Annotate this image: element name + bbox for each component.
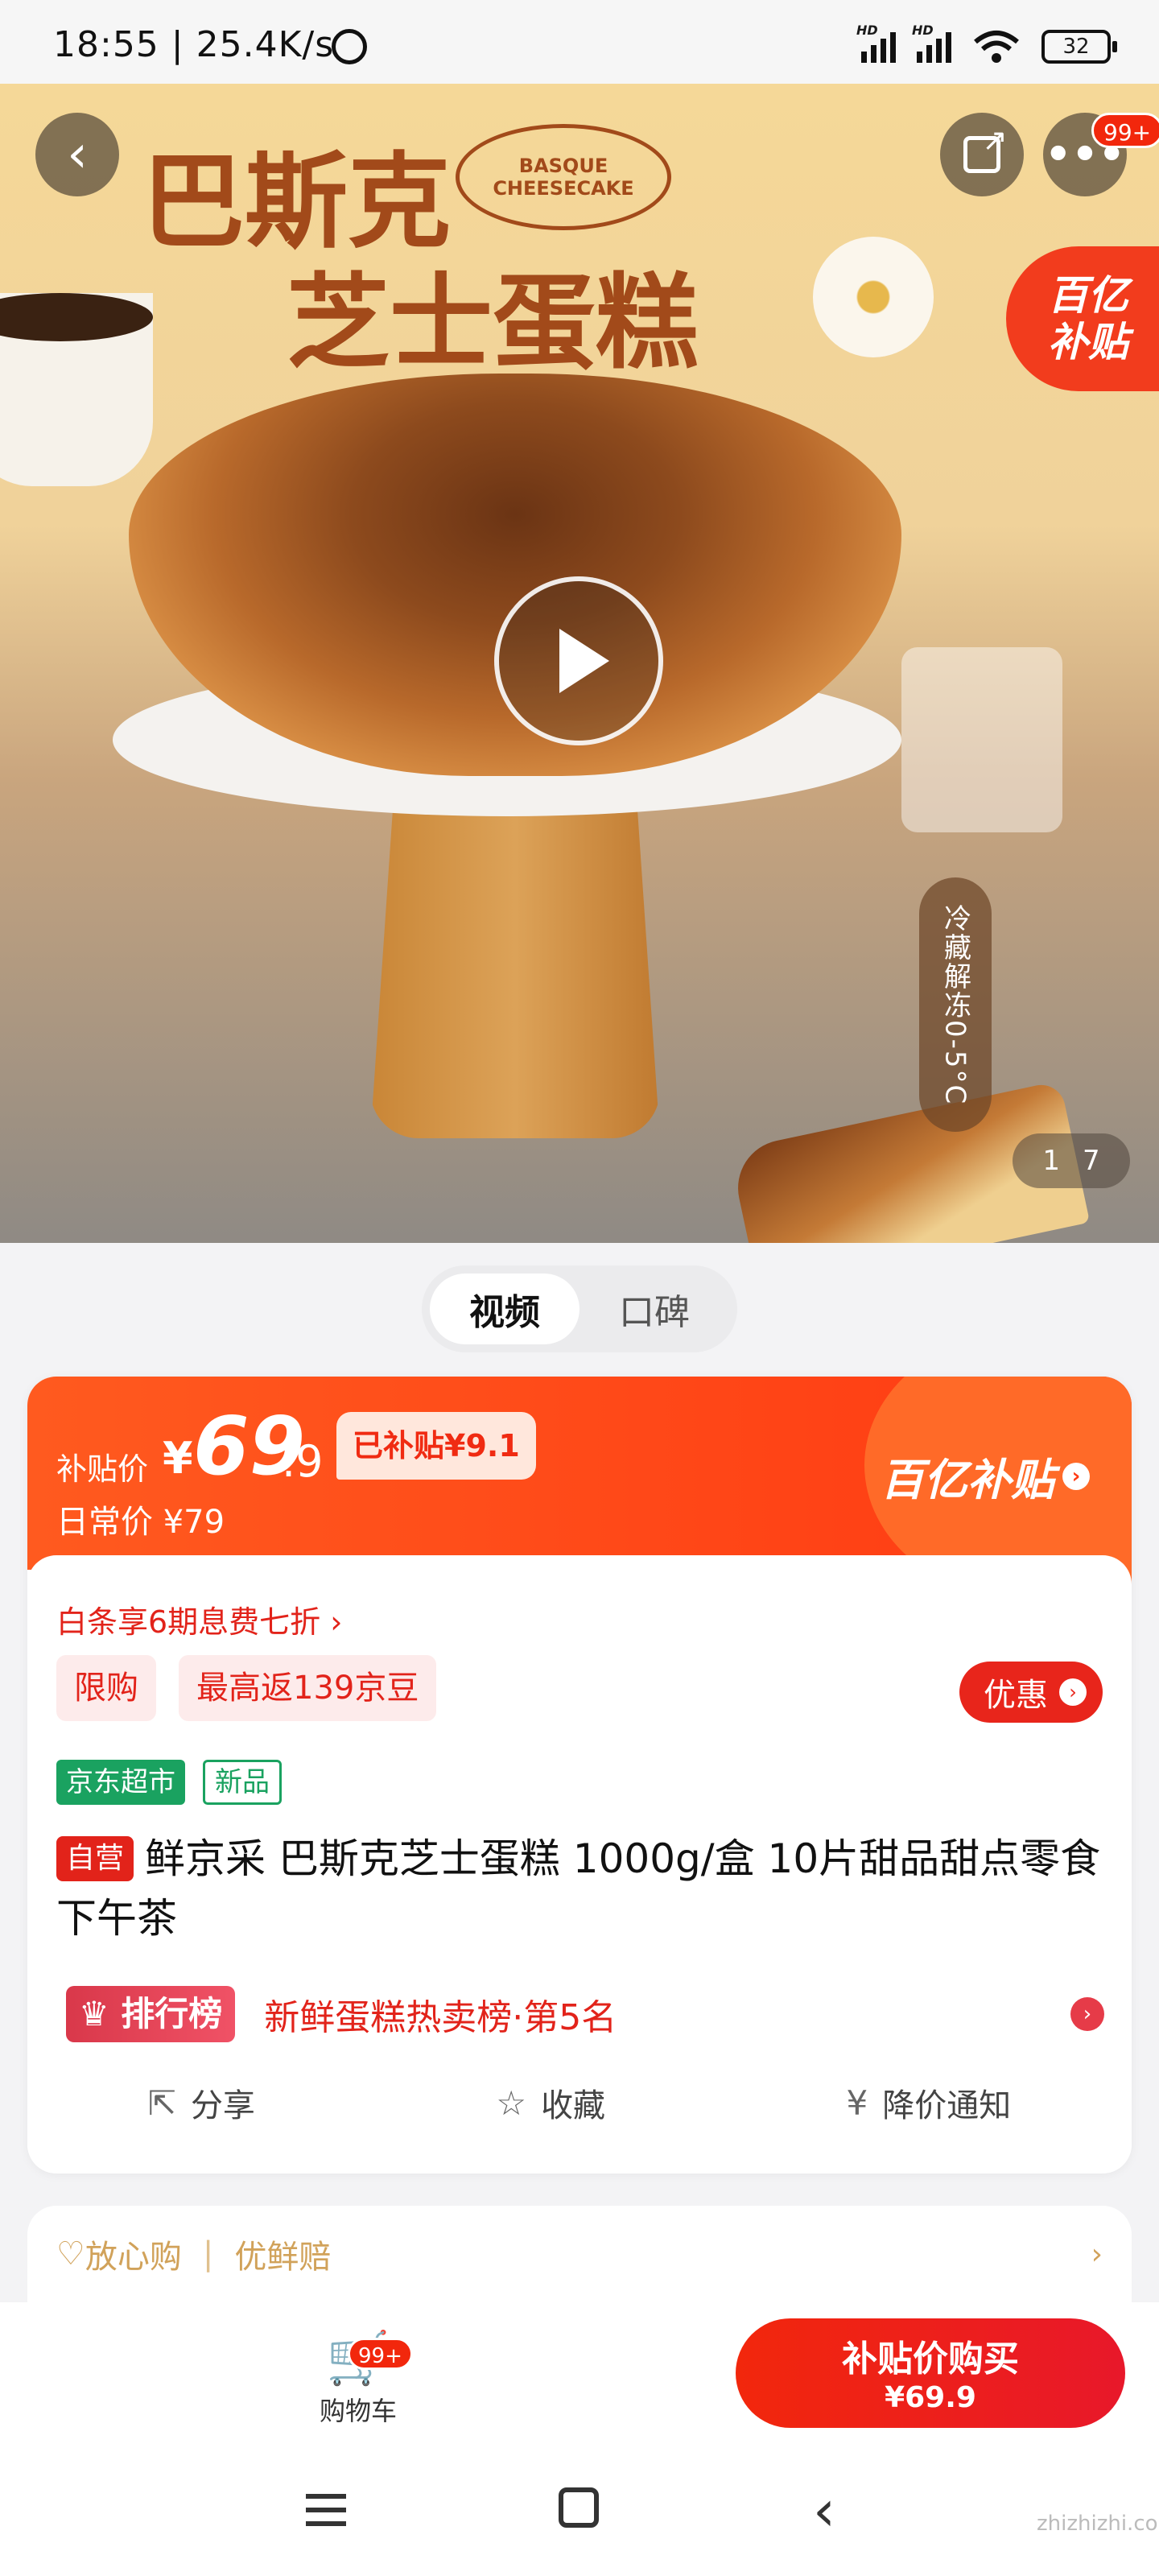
share-label: 分享 xyxy=(190,2087,255,2124)
hero-title-line2: 芝士蛋糕 xyxy=(287,262,699,383)
ranking-row[interactable]: ♛ 排行榜 新鲜蛋糕热卖榜·第5名 › xyxy=(66,1982,1104,2046)
cart-label: 购物车 xyxy=(319,2396,397,2426)
currency-symbol: ¥ xyxy=(163,1433,193,1484)
subsidy-tag-line2: 补贴 xyxy=(1048,319,1128,365)
tab-video[interactable]: 视频 xyxy=(430,1274,580,1344)
subsidy-price-label: 补贴价 xyxy=(56,1451,149,1487)
price-alert-label: 降价通知 xyxy=(882,2087,1012,2124)
chevron-right-icon: › xyxy=(1059,1678,1087,1706)
buy-button-price: ¥69.9 xyxy=(885,2381,976,2414)
product-details: 白条享6期息费七折 › 限购 最高返139京豆 优惠 › 京东超市 新品 自营鲜… xyxy=(27,1555,1132,2174)
hd-label-2: HD xyxy=(912,23,934,38)
product-image-carousel[interactable]: 巴斯克 芝士蛋糕 BASQUE CHEESECAKE ‹ ••• 99+ 百亿 … xyxy=(0,84,1159,1243)
daily-price: 日常价 ¥79 xyxy=(56,1504,225,1541)
jd-supermarket-tag: 京东超市 xyxy=(56,1760,185,1805)
play-icon xyxy=(559,629,609,693)
subsidy-tag: 百亿 补贴 xyxy=(1006,246,1159,391)
bottom-action-bar: 🛒 99+ 购物车 补贴价购买 ¥69.9 xyxy=(0,2302,1159,2447)
diamond-icon: ♡ xyxy=(56,2235,85,2273)
alarm-icon xyxy=(332,29,367,64)
subsidy-brand-text: 百亿补贴 xyxy=(881,1455,1054,1505)
ranking-text: 新鲜蛋糕热卖榜·第5名 xyxy=(264,1997,617,2038)
discount-button[interactable]: 优惠 › xyxy=(959,1662,1103,1723)
promo-chips: 限购 最高返139京豆 xyxy=(56,1655,437,1721)
cart-button[interactable]: 🛒 99+ 购物车 xyxy=(306,2326,413,2428)
share-icon xyxy=(963,122,1008,173)
subsidy-tag-line1: 百亿 xyxy=(1048,272,1128,319)
back-icon[interactable]: ‹ xyxy=(813,2478,835,2544)
watermark: zhizhizhi.com xyxy=(1037,2512,1159,2536)
share-icon: ⇱ xyxy=(147,2083,176,2123)
star-icon: ☆ xyxy=(496,2083,527,2123)
play-video-button[interactable] xyxy=(494,576,663,745)
ranking-badge-label: 排行榜 xyxy=(121,1994,223,2033)
hero-title-line1: 巴斯克 xyxy=(142,142,452,262)
status-time: 18:55 | 25.4K/s xyxy=(53,24,335,65)
discount-label: 优惠 xyxy=(984,1677,1048,1714)
message-count-badge: 99+ xyxy=(1091,113,1159,148)
self-operated-badge: 自营 xyxy=(56,1836,134,1881)
basque-cheesecake-logo: BASQUE CHEESECAKE xyxy=(456,124,671,230)
page-total: 7 xyxy=(1083,1145,1100,1177)
flower-illustration xyxy=(813,237,934,357)
chevron-right-icon: › xyxy=(1091,2237,1103,2271)
menu-icon[interactable] xyxy=(306,2494,346,2526)
signal-icon-2: HD xyxy=(912,23,951,63)
signal-icon: HD xyxy=(856,23,896,63)
favorite-action[interactable]: ☆ 收藏 xyxy=(496,2079,605,2126)
product-tags: 京东超市 新品 xyxy=(56,1760,282,1805)
image-page-indicator: 1 7 xyxy=(1013,1133,1130,1188)
page-current: 1 xyxy=(1042,1145,1060,1177)
ranking-badge: ♛ 排行榜 xyxy=(66,1986,236,2042)
subsidy-brand-link[interactable]: 百亿补贴 › xyxy=(881,1444,1090,1508)
storage-temperature-note: 冷藏解冻0-5°C xyxy=(919,877,992,1132)
share-action[interactable]: ⇱ 分享 xyxy=(148,2079,255,2126)
product-actions: ⇱ 分享 ☆ 收藏 ¥ 降价通知 xyxy=(27,2070,1132,2135)
status-bar: 18:55 | 25.4K/s HD HD 32 xyxy=(0,0,1159,84)
home-icon[interactable] xyxy=(559,2487,599,2528)
subsidized-amount-badge: 已补贴¥9.1 xyxy=(336,1412,536,1480)
new-product-tag: 新品 xyxy=(203,1760,282,1805)
price-alert-action[interactable]: ¥ 降价通知 xyxy=(847,2079,1012,2126)
tab-reviews[interactable]: 口碑 xyxy=(580,1274,729,1344)
baitiao-installment-link[interactable]: 白条享6期息费七折 › xyxy=(56,1597,342,1641)
guarantee-item2: 优鲜赔 xyxy=(234,2239,332,2276)
share-button[interactable] xyxy=(940,113,1024,196)
yen-circle-icon: ¥ xyxy=(846,2083,868,2123)
guarantee-separator: | xyxy=(202,2235,214,2273)
buy-button-label: 补贴价购买 xyxy=(842,2339,1019,2380)
cart-count-badge: 99+ xyxy=(348,2338,413,2370)
system-navigation-bar: ‹ xyxy=(0,2447,1159,2576)
guarantee-row[interactable]: ♡ 放心购 | 优鲜赔 › xyxy=(27,2206,1132,2302)
media-tabs: 视频 口碑 xyxy=(422,1265,737,1352)
product-title: 自营 鲜京采 巴斯克芝士蛋糕 1000g/盒 10片甜品甜点零食下午茶 xyxy=(56,1829,1103,1948)
chevron-right-icon: › xyxy=(1062,1462,1090,1490)
favorite-label: 收藏 xyxy=(541,2087,606,2124)
product-info-card: 补贴价 ¥ 69 .9 已补贴¥9.1 日常价 ¥79 百亿补贴 › 白条享6期… xyxy=(27,1377,1132,2174)
chevron-right-icon: › xyxy=(1070,1997,1104,2031)
purchase-limit-chip[interactable]: 限购 xyxy=(56,1655,156,1721)
buy-now-button[interactable]: 补贴价购买 ¥69.9 xyxy=(736,2318,1125,2428)
jar-illustration xyxy=(901,647,1062,832)
chevron-left-icon: ‹ xyxy=(67,125,88,184)
coffee-cup-illustration xyxy=(0,293,153,486)
back-button[interactable]: ‹ xyxy=(35,113,119,196)
price-decimal: .9 xyxy=(282,1436,324,1487)
price-banner: 补贴价 ¥ 69 .9 已补贴¥9.1 日常价 ¥79 百亿补贴 › xyxy=(27,1377,1132,1602)
hd-label: HD xyxy=(856,23,878,38)
jingdou-cashback-chip[interactable]: 最高返139京豆 xyxy=(179,1655,437,1721)
product-title-text: 鲜京采 巴斯克芝士蛋糕 1000g/盒 10片甜品甜点零食下午茶 xyxy=(56,1835,1101,1942)
status-icons: HD HD 32 xyxy=(856,23,1117,64)
trophy-icon: ♛ xyxy=(79,1994,122,2033)
wifi-icon xyxy=(972,29,1021,64)
guarantee-item1: 放心购 xyxy=(85,2239,182,2276)
cake-stand-illustration xyxy=(370,800,660,1138)
battery-icon: 32 xyxy=(1041,30,1117,64)
